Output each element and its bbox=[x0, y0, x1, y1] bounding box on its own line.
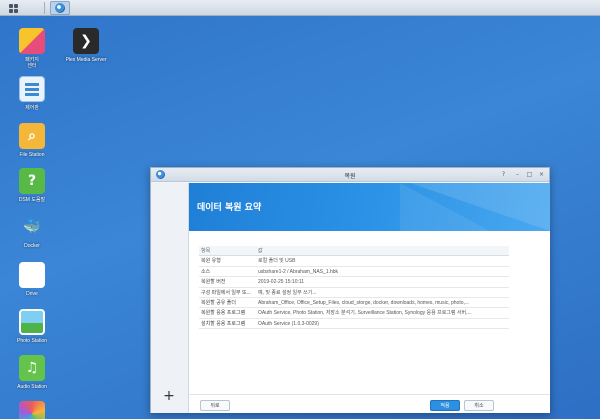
add-button[interactable]: + bbox=[161, 388, 177, 404]
wizard-content: 데이터 복원 요약 항목 값 복원 유형 로컬 폴더 및 USB 소스 usbs… bbox=[189, 183, 550, 413]
desktop-icon-dsm-help[interactable]: ? DSM 도움말 bbox=[4, 168, 60, 203]
table-header-row: 항목 값 bbox=[199, 246, 509, 257]
row-value: 로컬 폴더 및 USB bbox=[258, 258, 296, 265]
row-label: 설치할 응용 프로그램 bbox=[201, 320, 246, 327]
back-button[interactable]: 뒤로 bbox=[200, 400, 230, 411]
music-note-icon: ♫ bbox=[19, 355, 45, 381]
desktop-icon-plex[interactable]: ❯ Plex Media Server bbox=[58, 28, 114, 63]
column-header-item: 항목 bbox=[201, 248, 211, 254]
grid-icon bbox=[8, 3, 18, 13]
restore-window: 복원 ? – □ × + 데이터 복원 요약 항목 값 복원 유형 로컬 폴더 … bbox=[150, 167, 550, 413]
desktop-icon-file-station[interactable]: ⌕ File Station bbox=[4, 123, 60, 158]
row-label: 복원 유형 bbox=[201, 258, 221, 265]
summary-table: 항목 값 복원 유형 로컬 폴더 및 USB 소스 usbshare1-2 / … bbox=[199, 246, 509, 330]
wizard-banner: 데이터 복원 요약 bbox=[189, 183, 550, 231]
window-title: 복원 bbox=[344, 174, 356, 180]
package-center-icon bbox=[19, 28, 45, 54]
plex-chevron-icon: ❯ bbox=[73, 28, 99, 54]
row-label: 복원할 버전 bbox=[201, 279, 226, 286]
taskbar-divider bbox=[44, 2, 45, 14]
taskbar-restore-app[interactable] bbox=[50, 1, 70, 15]
desktop-icon-package-center[interactable]: 패키지 센터 bbox=[4, 28, 60, 69]
desktop-icon-label: File Station bbox=[19, 152, 45, 158]
control-panel-icon bbox=[19, 76, 45, 102]
desktop-icon-label: Photo Station bbox=[16, 338, 48, 344]
row-value: usbshare1-2 / Abraham_NAS_1.hbk bbox=[258, 268, 339, 275]
table-row: 복원할 버전 2019-02-25 15:10:11 bbox=[199, 277, 509, 288]
table-row: 구성 파일에서 일부 또... 예, 및 종료 설정 일부 쓰기... bbox=[199, 288, 509, 298]
folder-icon: ⌕ bbox=[19, 123, 45, 149]
row-label: 복원할 공유 폴더 bbox=[201, 299, 236, 306]
table-row: 소스 usbshare1-2 / Abraham_NAS_1.hbk bbox=[199, 267, 509, 278]
petal-icon bbox=[19, 401, 45, 419]
desktop-icon-docker[interactable]: 🐳 Docker bbox=[4, 214, 60, 249]
desktop-icon-photo-station[interactable]: Photo Station bbox=[4, 309, 60, 344]
table-row: 설치할 응용 프로그램 OAuth Service (1.0.3-0029) bbox=[199, 319, 509, 330]
desktop-icon-label: Audio Station bbox=[17, 384, 47, 390]
table-row: 복원할 응용 프로그램 OAuth Service, Photo Station… bbox=[199, 308, 509, 319]
desktop-icon-moments[interactable] bbox=[4, 401, 60, 419]
row-value: 2019-02-25 15:10:11 bbox=[258, 279, 305, 286]
desktop-icon-label: Drive bbox=[26, 291, 38, 297]
minimize-button[interactable]: – bbox=[513, 170, 522, 179]
docker-whale-icon: 🐳 bbox=[23, 219, 41, 235]
wizard-step-title: 데이터 복원 요약 bbox=[197, 203, 262, 213]
wizard-footer: 뒤로 적용 취소 bbox=[189, 394, 550, 413]
row-label: 복원할 응용 프로그램 bbox=[201, 310, 246, 317]
left-pane: + bbox=[151, 183, 189, 413]
taskbar bbox=[0, 0, 600, 16]
row-value: Abraham_Office, Office_Setup_Files, clou… bbox=[258, 299, 470, 306]
drive-icon: D bbox=[19, 262, 45, 288]
row-value: OAuth Service, Photo Station, 저장소 분석기, S… bbox=[258, 310, 472, 317]
desktop-icon-label: Docker bbox=[24, 243, 40, 249]
main-menu-button[interactable] bbox=[4, 1, 22, 15]
help-icon: ? bbox=[19, 168, 45, 194]
row-value: OAuth Service (1.0.3-0029) bbox=[258, 320, 319, 327]
backup-app-icon bbox=[55, 3, 65, 13]
row-label: 구성 파일에서 일부 또... bbox=[201, 289, 251, 296]
desktop-icon-label: DSM 도움말 bbox=[18, 197, 46, 203]
photo-icon bbox=[19, 309, 45, 335]
desktop-icon-audio-station[interactable]: ♫ Audio Station bbox=[4, 355, 60, 390]
desktop-icon-drive[interactable]: D Drive bbox=[4, 262, 60, 297]
table-row: 복원할 공유 폴더 Abraham_Office, Office_Setup_F… bbox=[199, 298, 509, 309]
desktop-icon-label: 패키지 센터 bbox=[25, 57, 39, 69]
desktop-icon-label: 제어판 bbox=[25, 105, 39, 111]
column-header-value: 값 bbox=[258, 248, 263, 254]
table-row: 복원 유형 로컬 폴더 및 USB bbox=[199, 256, 509, 267]
desktop-icon-label: Plex Media Server bbox=[65, 57, 107, 63]
cancel-button[interactable]: 취소 bbox=[464, 400, 494, 411]
close-button[interactable]: × bbox=[537, 170, 546, 179]
maximize-button[interactable]: □ bbox=[525, 170, 534, 179]
row-value: 예, 및 종료 설정 일부 쓰기... bbox=[258, 289, 317, 296]
help-button[interactable]: ? bbox=[499, 170, 508, 179]
row-label: 소스 bbox=[201, 268, 211, 275]
apply-button[interactable]: 적용 bbox=[430, 400, 460, 411]
desktop-icon-control-panel[interactable]: 제어판 bbox=[4, 76, 60, 111]
window-titlebar[interactable]: 복원 ? – □ × bbox=[151, 168, 549, 182]
